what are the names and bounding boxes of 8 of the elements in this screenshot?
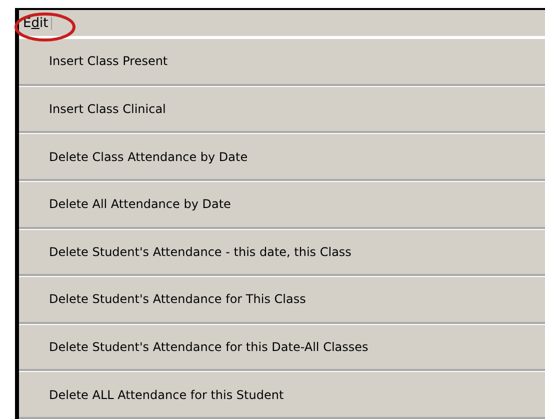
menu-item[interactable]: Insert Class Present	[19, 38, 545, 86]
menu-item[interactable]: Delete Student's Attendance - this date, this Class	[19, 228, 545, 276]
menu-item[interactable]: Delete Student's Attendance for this Date-All Classes	[19, 324, 545, 372]
menu-item[interactable]: Delete Class Attendance by Date	[19, 133, 545, 181]
menu-item[interactable]: Delete All Attendance by Date	[19, 180, 545, 228]
menu-item[interactable]: Delete Student's Attendance for This Class	[19, 276, 545, 324]
menu-item[interactable]: Delete ALL Attendance for this Student	[19, 371, 545, 419]
menu-item[interactable]: Insert Class Clinical	[19, 86, 545, 134]
